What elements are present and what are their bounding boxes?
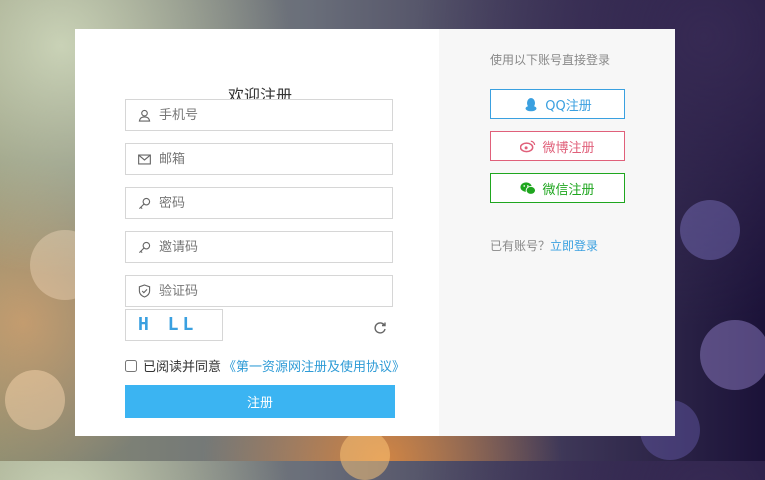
social-login-panel: 使用以下账号直接登录 QQ注册 微博注册 微信注册 已有账号？立即登录	[439, 29, 675, 436]
password-field[interactable]	[125, 187, 393, 219]
wechat-register-button[interactable]: 微信注册	[490, 173, 625, 203]
agree-checkbox[interactable]	[125, 359, 137, 372]
register-form: 欢迎注册 手机号 邮箱 邀请码 验证码 H LL 已阅读并同意 《第一资源网注册…	[75, 29, 439, 436]
weibo-register-button[interactable]: 微博注册	[490, 131, 625, 161]
register-card: 欢迎注册 手机号 邮箱 邀请码 验证码 H LL 已阅读并同意 《第一资源网注册…	[75, 29, 675, 436]
verify-code-input[interactable]	[159, 283, 392, 299]
password-input[interactable]	[159, 195, 392, 211]
wechat-icon	[520, 180, 537, 196]
email-input[interactable]	[159, 151, 392, 167]
key-icon	[135, 241, 153, 254]
weibo-icon	[520, 138, 536, 154]
mail-icon	[135, 153, 153, 165]
invite-code-input[interactable]	[159, 239, 392, 255]
qq-register-label: QQ注册	[545, 98, 592, 114]
social-login-title: 使用以下账号直接登录	[490, 53, 611, 67]
captcha-image[interactable]: H LL	[125, 309, 223, 341]
agree-text: 已阅读并同意	[143, 360, 222, 375]
login-link[interactable]: 立即登录	[550, 239, 598, 253]
phone-input[interactable]	[159, 107, 392, 123]
key-icon	[135, 197, 153, 210]
refresh-captcha-icon[interactable]	[373, 320, 387, 334]
weibo-register-label: 微博注册	[542, 140, 595, 156]
phone-field[interactable]	[125, 99, 393, 131]
bokeh-decoration	[340, 430, 390, 480]
have-account-text: 已有账号？	[490, 239, 551, 253]
wechat-register-label: 微信注册	[542, 182, 595, 198]
qq-register-button[interactable]: QQ注册	[490, 89, 625, 119]
agreement-row: 已阅读并同意 《第一资源网注册及使用协议》	[125, 356, 405, 375]
email-field[interactable]	[125, 143, 393, 175]
bokeh-decoration	[680, 200, 740, 260]
user-icon	[135, 109, 153, 122]
shield-icon	[135, 284, 153, 298]
bokeh-decoration	[5, 370, 65, 430]
verify-code-field[interactable]	[125, 275, 393, 307]
invite-code-field[interactable]	[125, 231, 393, 263]
register-button[interactable]: 注册	[125, 385, 395, 418]
agreement-link[interactable]: 《第一资源网注册及使用协议》	[223, 356, 405, 375]
bokeh-decoration	[700, 320, 765, 390]
qq-icon	[523, 96, 539, 112]
have-account-row: 已有账号？立即登录	[490, 237, 598, 254]
